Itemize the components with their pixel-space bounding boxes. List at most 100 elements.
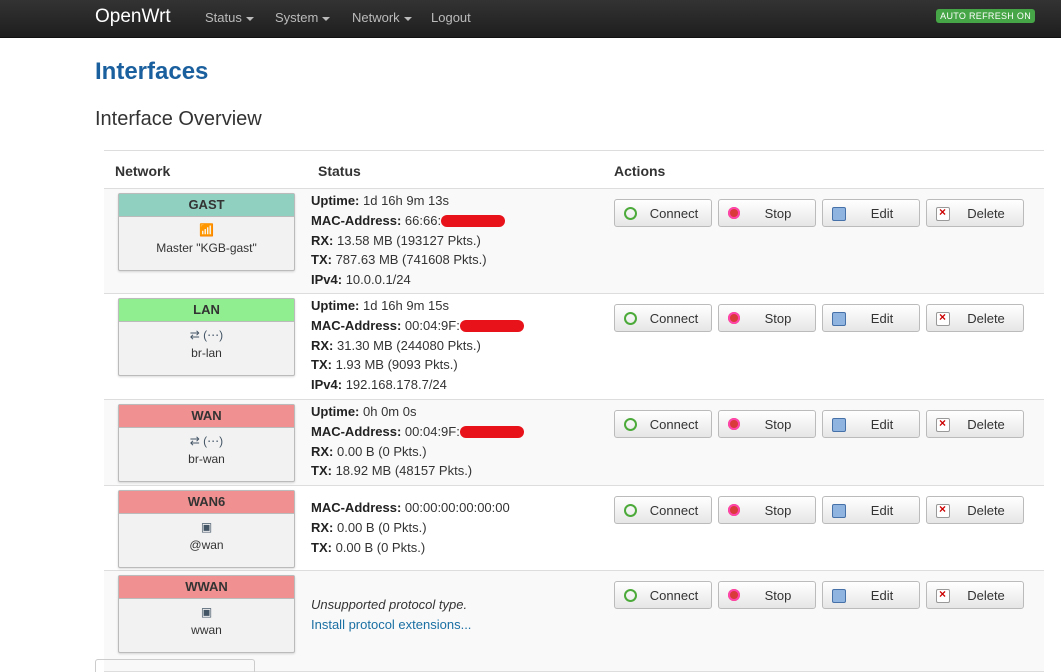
status-line: MAC-Address: 66:66:: [311, 211, 506, 231]
delete-icon: [936, 205, 950, 221]
connect-icon: [624, 312, 637, 325]
stop-label: Stop: [764, 206, 792, 221]
connect-button[interactable]: Connect: [614, 410, 712, 438]
interface-name: WAN6: [119, 491, 294, 514]
interface-status: Unsupported protocol type. Install protoc…: [311, 595, 471, 635]
menu-system[interactable]: System: [275, 10, 331, 25]
brand-logo[interactable]: OpenWrt: [95, 6, 171, 28]
interface-status: Uptime: 0h 0m 0s MAC-Address: 00:04:9F: RX…: [311, 402, 524, 481]
stop-button[interactable]: Stop: [718, 199, 816, 227]
status-line: MAC-Address: 00:00:00:00:00:00: [311, 498, 510, 518]
stop-icon: [728, 504, 740, 516]
connect-button[interactable]: Connect: [614, 304, 712, 332]
menu-status-label: Status: [205, 10, 242, 25]
status-line: MAC-Address: 00:04:9F:: [311, 316, 524, 336]
delete-button[interactable]: Delete: [926, 199, 1024, 227]
edit-button[interactable]: Edit: [822, 304, 920, 332]
status-key: RX:: [311, 337, 334, 353]
status-value: 787.63 MB (741608 Pkts.): [331, 252, 487, 268]
status-key: TX:: [311, 357, 332, 373]
interface-device: wwan: [191, 623, 222, 637]
stop-icon: [728, 312, 740, 324]
status-value: 66:66:: [401, 212, 442, 228]
device-icon: ▣: [200, 605, 213, 619]
interface-device: br-wan: [188, 452, 225, 466]
edit-icon: [832, 312, 846, 326]
connect-icon: [624, 504, 637, 517]
status-line: RX: 0.00 B (0 Pkts.): [311, 518, 510, 538]
status-line: RX: 13.58 MB (193127 Pkts.): [311, 231, 505, 251]
interface-name: WAN: [119, 405, 294, 428]
status-key: Uptime:: [311, 193, 360, 208]
connect-button[interactable]: Connect: [614, 581, 712, 609]
status-line: Uptime: 1d 16h 9m 13s: [311, 191, 505, 211]
device-icon: 📶: [199, 223, 214, 237]
edit-label: Edit: [870, 503, 894, 518]
device-icon: ▣: [200, 520, 213, 534]
edit-button[interactable]: Edit: [822, 581, 920, 609]
table-row: WAN6 ▣ @wan MAC-Address: 00:00:00:00:00:00 R…: [104, 486, 1044, 571]
status-line: TX: 0.00 B (0 Pkts.): [311, 538, 510, 558]
stop-icon: [728, 207, 740, 219]
status-key: RX:: [311, 443, 334, 459]
edit-icon: [832, 207, 846, 221]
status-line: Uptime: 1d 16h 9m 15s: [311, 296, 524, 316]
edit-button[interactable]: Edit: [822, 496, 920, 524]
status-key: MAC-Address:: [311, 212, 402, 228]
chevron-down-icon: [403, 16, 412, 21]
connect-button[interactable]: Connect: [614, 496, 712, 524]
interface-name: WWAN: [119, 576, 294, 599]
edit-button[interactable]: Edit: [822, 410, 920, 438]
connect-icon: [624, 207, 637, 220]
stop-label: Stop: [764, 503, 792, 518]
add-interface-button[interactable]: [95, 659, 255, 672]
stop-button[interactable]: Stop: [718, 581, 816, 609]
interface-device: br-lan: [191, 346, 222, 360]
stop-button[interactable]: Stop: [718, 304, 816, 332]
status-line: IPv4: 10.0.0.1/24: [311, 270, 505, 290]
interface-badge: WWAN ▣ wwan: [118, 575, 295, 653]
delete-button[interactable]: Delete: [926, 496, 1024, 524]
status-value: 192.168.178.7/24: [342, 377, 447, 393]
top-navbar: OpenWrt Status System Network Logout AUT…: [0, 0, 1061, 38]
install-extensions-link[interactable]: Install protocol extensions...: [311, 615, 471, 635]
interface-badge: LAN ⇄ (⋯) br-lan: [118, 298, 295, 376]
auto-refresh-badge[interactable]: AUTO REFRESH ON: [936, 9, 1035, 23]
interface-status: Uptime: 1d 16h 9m 13s MAC-Address: 66:66:…: [311, 191, 506, 290]
status-key: RX:: [311, 519, 334, 535]
unsupported-text: Unsupported protocol type.: [311, 597, 468, 612]
status-key: TX:: [311, 539, 332, 555]
menu-logout[interactable]: Logout: [431, 10, 471, 25]
menu-network-label: Network: [352, 10, 400, 25]
header-actions: Actions: [614, 163, 666, 179]
device-icon: ⇄ (⋯): [189, 434, 224, 448]
delete-icon: [936, 502, 950, 518]
delete-button[interactable]: Delete: [926, 581, 1024, 609]
status-line: IPv4: 192.168.178.7/24: [311, 375, 524, 395]
stop-button[interactable]: Stop: [718, 410, 816, 438]
delete-button[interactable]: Delete: [926, 410, 1024, 438]
connect-icon: [624, 418, 637, 431]
connect-button[interactable]: Connect: [614, 199, 712, 227]
connect-label: Connect: [649, 311, 699, 326]
status-value: 0.00 B (0 Pkts.): [333, 519, 427, 535]
edit-button[interactable]: Edit: [822, 199, 920, 227]
edit-label: Edit: [870, 417, 894, 432]
edit-label: Edit: [870, 206, 894, 221]
status-key: RX:: [311, 232, 334, 248]
redaction-mark: [459, 320, 524, 333]
status-value: 0h 0m 0s: [359, 404, 417, 419]
delete-button[interactable]: Delete: [926, 304, 1024, 332]
edit-icon: [832, 504, 846, 518]
status-value: 00:04:9F:: [401, 317, 460, 333]
status-key: Uptime:: [311, 404, 360, 419]
status-value: 00:04:9F:: [401, 423, 460, 439]
delete-icon: [936, 587, 950, 603]
table-header: Network Status Actions: [104, 151, 1044, 189]
interface-device: @wan: [189, 538, 224, 552]
menu-status[interactable]: Status: [205, 10, 254, 25]
stop-button[interactable]: Stop: [718, 496, 816, 524]
menu-network[interactable]: Network: [352, 10, 412, 25]
connect-label: Connect: [649, 206, 699, 221]
status-value: 1d 16h 9m 13s: [359, 193, 450, 208]
